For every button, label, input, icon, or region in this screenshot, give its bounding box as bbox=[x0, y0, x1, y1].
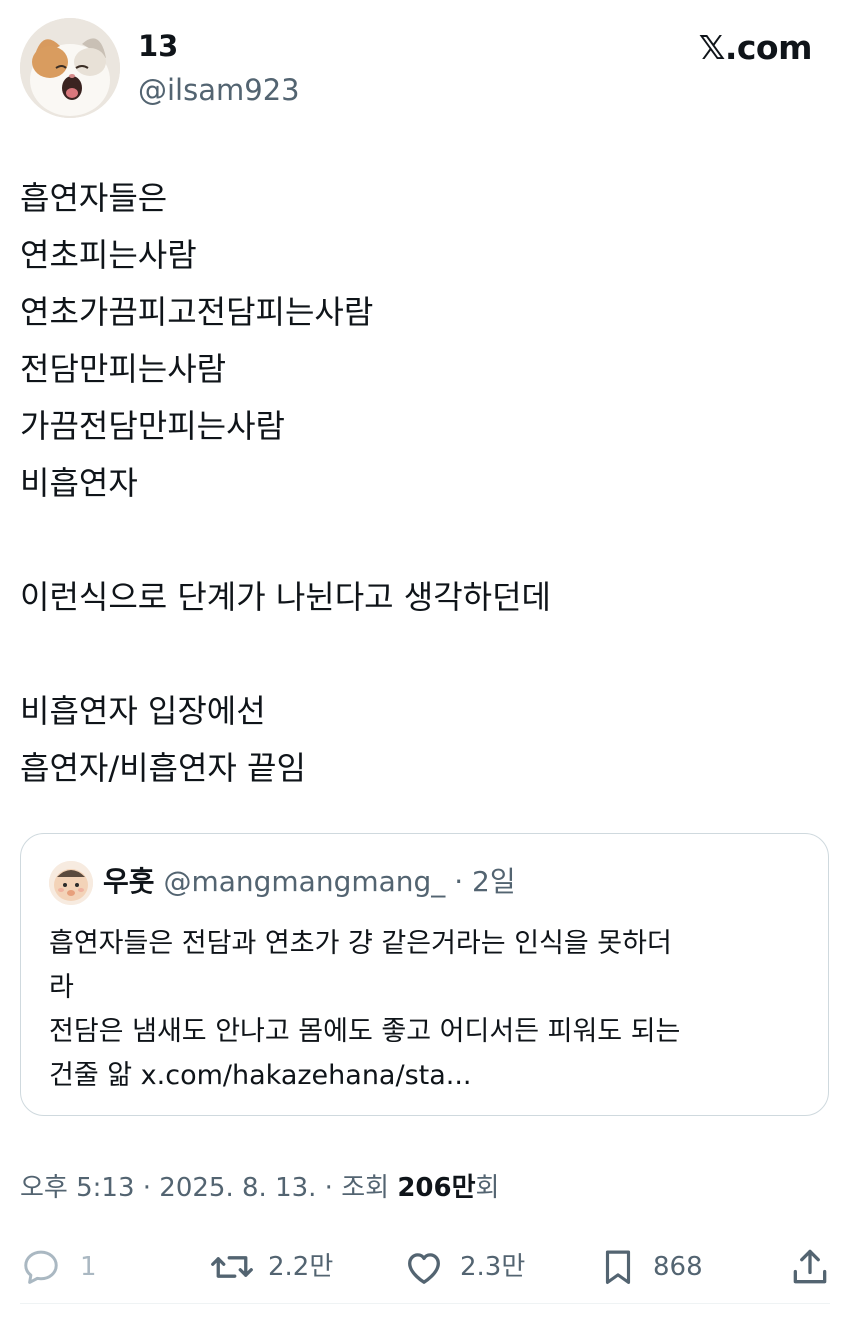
tweet-text: 흡연자들은 연초피는사람 연초가끔피고전담피는사람 전담만피는사람 가끔전담만피… bbox=[20, 170, 820, 797]
bottom-divider bbox=[20, 1303, 830, 1304]
bookmark-icon bbox=[605, 1250, 631, 1284]
quote-header: 우훗 @mangmangmang_ · 2일 bbox=[103, 864, 516, 900]
x-logo: 𝕏.com bbox=[698, 28, 813, 67]
quote-line: 라 bbox=[49, 972, 74, 1003]
tweet-line: 비흡연자 bbox=[20, 464, 138, 502]
tweet-line bbox=[20, 512, 820, 569]
tweet-line: 전담만피는사람 bbox=[20, 350, 227, 388]
retweet-icon bbox=[211, 1256, 253, 1278]
quote-line: 건줄 앎 x.com/hakazehana/sta... bbox=[49, 1060, 472, 1091]
reply-button[interactable]: 1 bbox=[20, 1244, 97, 1290]
tweet-line bbox=[20, 626, 820, 683]
author-avatar[interactable] bbox=[20, 18, 120, 118]
quote-line: 전담은 냄새도 안나고 몸에도 좋고 어디서든 피워도 되는 bbox=[49, 1016, 681, 1047]
views-suffix: 회 bbox=[475, 1173, 500, 1203]
share-button[interactable] bbox=[788, 1244, 832, 1290]
tweet-line: 비흡연자 입장에선 bbox=[20, 692, 266, 730]
quote-timestamp[interactable]: 2일 bbox=[472, 865, 516, 898]
tweet-line: 가끔전담만피는사람 bbox=[20, 407, 285, 445]
bookmark-button[interactable]: 868 bbox=[597, 1244, 703, 1290]
tweet-line: 이런식으로 단계가 나뉜다고 생각하던데 bbox=[20, 578, 551, 616]
reply-icon bbox=[24, 1250, 58, 1284]
author-display-name[interactable]: 13 bbox=[138, 28, 178, 64]
quoted-tweet-card[interactable]: 우훗 @mangmangmang_ · 2일 흡연자들은 전담과 연초가 걍 같… bbox=[20, 833, 829, 1116]
quote-author-avatar[interactable] bbox=[49, 861, 93, 905]
baby-avatar-image bbox=[49, 861, 93, 905]
bookmark-count: 868 bbox=[653, 1252, 703, 1282]
share-icon bbox=[793, 1249, 827, 1284]
heart-icon bbox=[408, 1253, 440, 1284]
meta-separator: · bbox=[316, 1173, 342, 1203]
tweet-time[interactable]: 오후 5:13 bbox=[20, 1173, 135, 1203]
tweet-line: 흡연자/비흡연자 끝임 bbox=[20, 749, 306, 787]
tweet-line: 연초가끔피고전담피는사람 bbox=[20, 293, 374, 331]
quote-text: 흡연자들은 전담과 연초가 걍 같은거라는 인식을 못하더 라 전담은 냄새도 … bbox=[49, 922, 809, 1098]
tweet-date[interactable]: 2025. 8. 13. bbox=[159, 1173, 316, 1203]
quote-separator: · bbox=[454, 865, 464, 898]
quote-line: 흡연자들은 전담과 연초가 걍 같은거라는 인식을 못하더 bbox=[49, 928, 672, 959]
tweet-line: 연초피는사람 bbox=[20, 236, 197, 274]
cat-avatar-image bbox=[20, 18, 120, 118]
quote-author-name[interactable]: 우훗 bbox=[103, 865, 155, 898]
like-button[interactable]: 2.3만 bbox=[402, 1244, 525, 1290]
action-bar: 1 2.2만 2.3만 868 bbox=[0, 1244, 850, 1290]
views-count: 206만 bbox=[397, 1173, 476, 1203]
tweet-meta: 오후 5:13 · 2025. 8. 13. · 조회 206만회 bbox=[20, 1170, 499, 1206]
tweet-line: 흡연자들은 bbox=[20, 179, 168, 217]
retweet-button[interactable]: 2.2만 bbox=[210, 1244, 333, 1290]
meta-separator: · bbox=[134, 1173, 160, 1203]
views-label: 조회 bbox=[341, 1173, 398, 1203]
like-count: 2.3만 bbox=[460, 1252, 526, 1282]
quote-author-handle[interactable]: @mangmangmang_ bbox=[163, 865, 445, 898]
reply-count: 1 bbox=[80, 1252, 97, 1282]
retweet-count: 2.2만 bbox=[268, 1252, 334, 1282]
author-handle[interactable]: @ilsam923 bbox=[138, 72, 300, 108]
